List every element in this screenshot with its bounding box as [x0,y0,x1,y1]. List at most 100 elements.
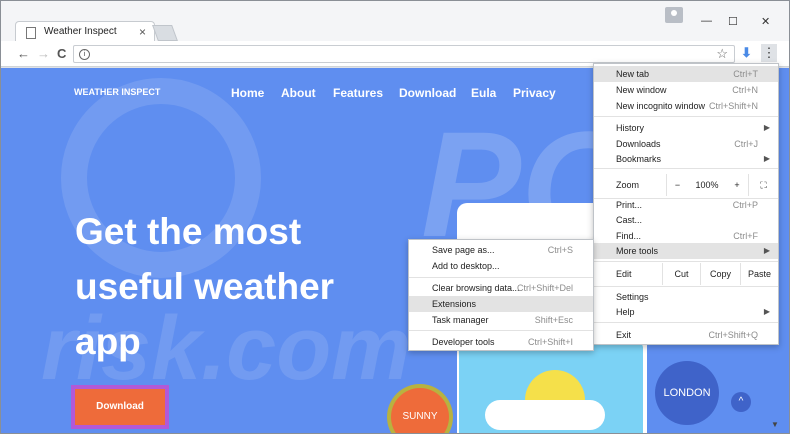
hero-heading: Get the most useful weather app [75,204,405,369]
menu-label: Zoom [616,180,640,190]
new-tab-button[interactable] [152,25,178,41]
menu-label: More tools [616,246,659,256]
more-tools-submenu: Save page as... Ctrl+S Add to desktop...… [408,239,594,351]
menu-label: History [616,123,645,133]
submenu-save-page-as[interactable]: Save page as... Ctrl+S [409,242,593,258]
tab-strip: Weather Inspect × — ☐ ✕ [1,1,789,43]
menu-new-window[interactable]: New window Ctrl+N [594,82,778,98]
nav-about[interactable]: About [281,86,316,100]
copy-button[interactable]: Copy [700,263,740,285]
menu-label: Help [616,307,635,317]
menu-divider [594,322,778,323]
nav-download[interactable]: Download [399,86,456,100]
close-tab-icon[interactable]: × [139,25,146,39]
menu-shortcut: Ctrl+F [733,231,758,241]
maximize-icon[interactable]: ☐ [728,15,738,28]
hero-line-3: app [75,321,141,362]
menu-print[interactable]: Print... Ctrl+P [594,197,778,213]
nav-eula[interactable]: Eula [471,86,496,100]
menu-label: Cast... [616,215,643,225]
submenu-clear-browsing-data[interactable]: Clear browsing data... Ctrl+Shift+Del [409,280,593,296]
submenu-extensions[interactable]: Extensions [409,296,593,312]
download-button[interactable]: Download [75,389,165,425]
menu-divider [594,261,778,262]
chevron-right-icon: ▶ [763,307,770,316]
sunny-badge: SUNNY [391,388,449,433]
menu-divider [594,116,778,117]
submenu-task-manager[interactable]: Task manager Shift+Esc [409,312,593,328]
menu-new-incognito-window[interactable]: New incognito window Ctrl+Shift+N [594,98,778,114]
submenu-divider [409,330,593,331]
chrome-menu-icon[interactable]: ⋮ [761,44,777,62]
menu-cast[interactable]: Cast... [594,212,778,228]
minimize-icon[interactable]: — [701,15,712,27]
menu-new-tab[interactable]: New tab Ctrl+T [594,66,778,82]
menu-exit[interactable]: Exit Ctrl+Shift+Q [594,327,778,343]
submenu-divider [409,277,593,278]
reload-icon[interactable]: C [57,46,66,61]
submenu-shortcut: Ctrl+S [547,245,573,255]
page-icon [26,27,36,39]
menu-label: New window [616,85,667,95]
menu-label: Downloads [616,139,661,149]
submenu-label: Add to desktop... [432,261,500,271]
menu-label: Bookmarks [616,154,662,164]
info-icon[interactable]: i [79,49,90,60]
bookmark-star-icon[interactable]: ☆ [716,46,728,62]
submenu-shortcut: Ctrl+Shift+I [527,337,573,347]
menu-help[interactable]: Help ▶ [594,304,778,320]
menu-downloads[interactable]: Downloads Ctrl+J [594,136,778,152]
download-icon[interactable]: ⬇ [741,45,752,61]
hero-line-1: Get the most [75,211,302,252]
menu-shortcut: Ctrl+T [733,69,758,79]
site-logo[interactable]: WEATHER INSPECT [74,87,160,97]
menu-shortcut: Ctrl+Shift+N [708,101,758,111]
menu-history[interactable]: History ▶ [594,120,778,136]
back-icon[interactable]: ← [17,46,30,61]
submenu-add-to-desktop[interactable]: Add to desktop... [409,258,593,274]
submenu-label: Developer tools [432,337,495,347]
menu-label: New incognito window [616,101,706,111]
submenu-shortcut: Shift+Esc [534,315,573,325]
london-badge: LONDON [655,361,719,425]
paste-button[interactable]: Paste [740,263,778,285]
menu-label: Find... [616,231,642,241]
menu-label: New tab [616,69,650,79]
scroll-up-icon[interactable]: ^ [731,392,751,412]
submenu-label: Clear browsing data... [432,283,520,293]
zoom-out-button[interactable]: − [666,174,688,196]
chrome-main-menu: New tab Ctrl+T New window Ctrl+N New inc… [593,63,779,345]
zoom-in-button[interactable]: + [726,174,748,196]
browser-window: Weather Inspect × — ☐ ✕ ← → C i ☆ ⬇ ⋮ PC… [0,0,790,434]
menu-shortcut: Ctrl+J [734,139,758,149]
menu-label: Settings [616,292,649,302]
menu-find[interactable]: Find... Ctrl+F [594,228,778,244]
submenu-label: Extensions [432,299,477,309]
menu-label: Exit [616,330,632,340]
close-window-icon[interactable]: ✕ [761,15,770,28]
submenu-developer-tools[interactable]: Developer tools Ctrl+Shift+I [409,334,593,350]
submenu-shortcut: Ctrl+Shift+Del [516,283,573,293]
cut-button[interactable]: Cut [662,263,700,285]
menu-bookmarks[interactable]: Bookmarks ▶ [594,151,778,167]
scroll-down-icon[interactable]: ▼ [771,420,779,429]
menu-more-tools[interactable]: More tools ▶ [594,243,778,259]
tab-title: Weather Inspect [44,26,117,37]
nav-home[interactable]: Home [231,86,264,100]
nav-privacy[interactable]: Privacy [513,86,556,100]
forward-icon[interactable]: → [37,46,50,61]
cloud-icon [485,400,605,430]
profile-icon[interactable] [665,7,683,23]
chevron-right-icon: ▶ [763,123,770,132]
submenu-label: Task manager [432,315,489,325]
menu-settings[interactable]: Settings [594,289,778,305]
menu-shortcut: Ctrl+N [732,85,758,95]
menu-label: Print... [616,200,643,210]
address-bar[interactable]: i ☆ [73,45,735,63]
tab-weather-inspect[interactable]: Weather Inspect × [15,21,155,43]
zoom-level: 100% [695,180,719,190]
menu-divider [594,168,778,169]
fullscreen-icon[interactable]: ⛶ [748,174,778,196]
menu-divider [594,286,778,287]
nav-features[interactable]: Features [333,86,383,100]
